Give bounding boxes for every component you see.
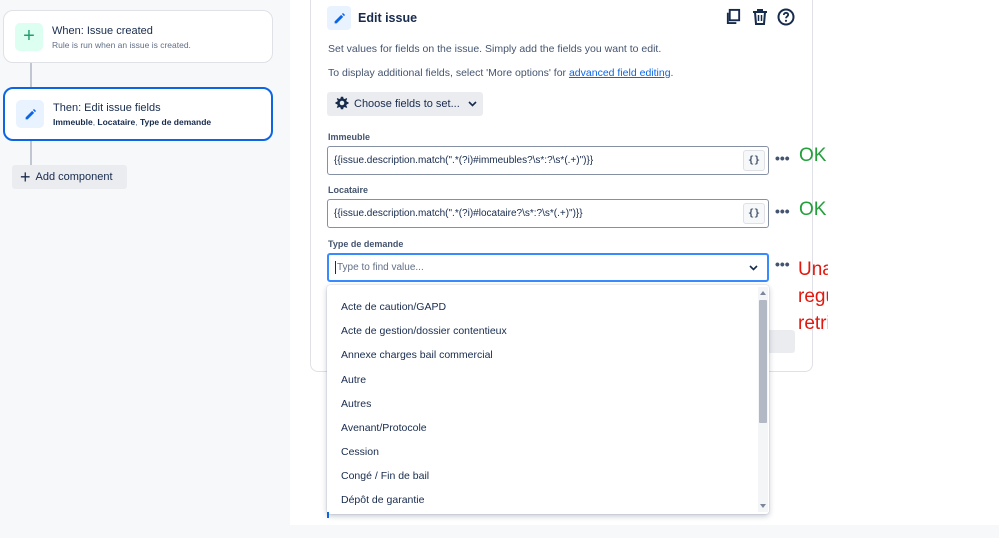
action-title: Then: Edit issue fields xyxy=(53,101,211,115)
smart-value-button[interactable]: {} xyxy=(743,203,765,224)
dropdown-option[interactable]: Dépôt de garantie xyxy=(341,494,424,506)
chevron-down-icon[interactable] xyxy=(749,263,758,274)
smart-value-button[interactable]: {} xyxy=(743,150,765,171)
pencil-icon xyxy=(16,100,44,128)
copy-icon[interactable] xyxy=(724,7,743,26)
gear-icon xyxy=(335,96,349,113)
dropdown-option[interactable]: Autres xyxy=(341,398,371,410)
advanced-field-editing-link[interactable]: advanced field editing xyxy=(569,67,671,79)
plus-icon: + xyxy=(20,168,31,186)
more-options-icon[interactable]: ••• xyxy=(775,256,790,272)
locataire-field[interactable]: {{issue.description.match(".*(?i)#locata… xyxy=(327,199,769,228)
plus-icon: + xyxy=(15,23,43,51)
locataire-label: Locataire xyxy=(328,185,368,195)
trigger-subtitle: Rule is run when an issue is created. xyxy=(52,40,191,50)
dropdown-option[interactable]: Annexe charges bail commercial xyxy=(341,349,493,361)
choose-fields-button[interactable]: Choose fields to set... xyxy=(327,92,483,116)
immeuble-field[interactable]: {{issue.description.match(".*(?i)#immeub… xyxy=(327,146,769,175)
trash-icon[interactable] xyxy=(750,7,769,26)
connector-line xyxy=(30,141,32,165)
dropdown-option[interactable]: Congé / Fin de bail xyxy=(341,470,429,482)
locataire-value: {{issue.description.match(".*(?i)#locata… xyxy=(334,208,583,219)
rule-panel: + When: Issue created Rule is run when a… xyxy=(0,0,290,538)
add-component-button[interactable]: + Add component xyxy=(12,165,127,189)
trigger-title: When: Issue created xyxy=(52,24,191,38)
dropdown-option[interactable]: Avenant/Protocole xyxy=(341,422,427,434)
dropdown-option[interactable]: Autre xyxy=(341,374,366,386)
immeuble-label: Immeuble xyxy=(328,132,370,142)
pencil-icon xyxy=(327,6,351,30)
page-margin xyxy=(828,0,999,525)
type-de-demande-dropdown[interactable]: Acte de caution/GAPD Acte de gestion/dos… xyxy=(327,285,769,514)
help-icon[interactable] xyxy=(776,7,795,26)
trigger-step[interactable]: + When: Issue created Rule is run when a… xyxy=(3,10,273,63)
select-placeholder: Type to find value... xyxy=(337,262,424,273)
type-de-demande-label: Type de demande xyxy=(328,239,403,249)
page-footer-strip xyxy=(0,525,999,538)
more-options-icon[interactable]: ••• xyxy=(775,203,790,219)
choose-fields-label: Choose fields to set... xyxy=(354,98,460,110)
scroll-up-icon[interactable] xyxy=(760,291,766,295)
more-options-icon[interactable]: ••• xyxy=(775,150,790,166)
focus-indicator xyxy=(327,512,329,518)
scroll-down-icon[interactable] xyxy=(760,504,766,508)
panel-description: Set values for fields on the issue. Simp… xyxy=(328,43,661,55)
dropdown-option[interactable]: Cession xyxy=(341,446,379,458)
connector-line xyxy=(30,63,32,87)
chevron-down-icon xyxy=(468,98,477,110)
scrollbar-thumb[interactable] xyxy=(759,300,767,423)
panel-hint: To display additional fields, select 'Mo… xyxy=(328,67,673,79)
panel-actions xyxy=(724,7,795,26)
dropdown-option[interactable]: Acte de gestion/dossier contentieux xyxy=(341,325,507,337)
ok-annotation: OK xyxy=(799,199,826,221)
immeuble-value: {{issue.description.match(".*(?i)#immeub… xyxy=(334,155,593,166)
action-step[interactable]: Then: Edit issue fields Immeuble, Locata… xyxy=(3,87,273,141)
text-caret xyxy=(335,261,336,274)
dropdown-scrollbar[interactable] xyxy=(758,287,768,512)
ok-annotation: OK xyxy=(799,145,826,167)
type-de-demande-select[interactable]: Type to find value... xyxy=(327,253,769,282)
panel-title: Edit issue xyxy=(358,11,417,25)
action-fields: Immeuble, Locataire, Type de demande xyxy=(53,117,211,127)
add-component-label: Add component xyxy=(36,171,113,183)
dropdown-option[interactable]: Acte de caution/GAPD xyxy=(341,301,446,313)
